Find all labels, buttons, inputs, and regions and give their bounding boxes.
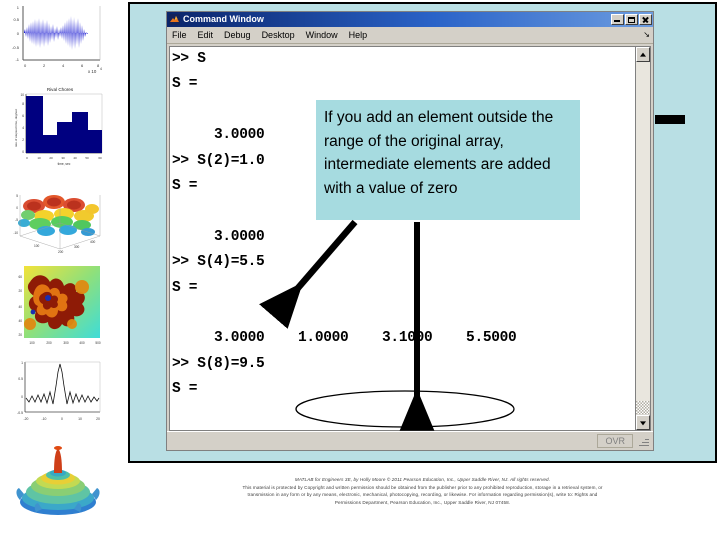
svg-text:0.5: 0.5 bbox=[18, 377, 23, 381]
sombrero-surface-plot-icon bbox=[10, 440, 106, 520]
svg-text:0.5: 0.5 bbox=[13, 17, 19, 22]
status-badge: OVR bbox=[597, 434, 633, 448]
svg-text:8: 8 bbox=[22, 102, 24, 106]
svg-text:time, sec: time, sec bbox=[58, 162, 71, 166]
thumbnail-fractal-contour-plot: 60 20 40 40 20 100 200 300 400 500 bbox=[10, 262, 106, 354]
status-bar: OVR bbox=[167, 431, 653, 450]
scroll-down-arrow-icon[interactable] bbox=[636, 415, 650, 430]
thumbnail-strip: 1 0.5 0 -0.5 -1 0 2 4 6 8 x 10 4 Rival C… bbox=[0, 0, 128, 540]
svg-text:40: 40 bbox=[73, 156, 77, 160]
maximize-button[interactable] bbox=[625, 14, 638, 25]
svg-text:10: 10 bbox=[37, 156, 41, 160]
svg-text:500: 500 bbox=[95, 341, 101, 345]
thumbnail-surface-3d-plot: 5 0 -5 -10 100 200 300 400 bbox=[10, 175, 106, 255]
svg-text:-5: -5 bbox=[15, 218, 18, 222]
svg-text:400: 400 bbox=[79, 341, 85, 345]
menu-bar[interactable]: File Edit Debug Desktop Window Help ↘ bbox=[167, 27, 653, 44]
svg-text:100: 100 bbox=[34, 244, 40, 248]
svg-text:200: 200 bbox=[46, 341, 52, 345]
svg-text:-0.5: -0.5 bbox=[12, 45, 20, 50]
bar-chart-title: Rival Chores bbox=[47, 87, 74, 92]
svg-text:400: 400 bbox=[90, 240, 96, 244]
menu-item-debug[interactable]: Debug bbox=[224, 29, 251, 41]
svg-text:2: 2 bbox=[22, 138, 24, 142]
svg-text:x 10: x 10 bbox=[88, 69, 97, 74]
audio-waveform-plot-icon: 1 0.5 0 -0.5 -1 0 2 4 6 8 x 10 4 bbox=[10, 2, 106, 74]
svg-text:20: 20 bbox=[18, 289, 22, 293]
svg-text:200: 200 bbox=[58, 250, 64, 254]
close-button[interactable] bbox=[639, 14, 652, 25]
thumbnail-sinc-line-plot: 1 0.5 0 -0.5 -20 -10 0 10 20 bbox=[10, 358, 106, 428]
svg-text:-10: -10 bbox=[42, 417, 47, 421]
thumbnail-sombrero-surface-plot bbox=[10, 440, 106, 520]
svg-text:60: 60 bbox=[18, 275, 22, 279]
copyright-line-3: transmission in any form or by any means… bbox=[247, 492, 598, 498]
svg-text:rate of elapsed time, deg/sec: rate of elapsed time, deg/sec bbox=[14, 108, 18, 147]
svg-text:0: 0 bbox=[22, 150, 24, 154]
svg-text:4: 4 bbox=[100, 67, 102, 71]
thumbnail-bar-chart-plot: Rival Chores 0 2 4 6 8 10 0 10 20 30 40 … bbox=[10, 83, 106, 169]
svg-text:40: 40 bbox=[18, 319, 22, 323]
black-bar-marker bbox=[655, 115, 685, 124]
fractal-contour-plot-icon: 60 20 40 40 20 100 200 300 400 500 bbox=[10, 262, 106, 354]
scrollbar-grip-icon bbox=[636, 401, 650, 415]
minimize-button[interactable] bbox=[611, 14, 624, 25]
svg-text:0: 0 bbox=[21, 395, 23, 399]
svg-text:1: 1 bbox=[21, 361, 23, 365]
window-title: Command Window bbox=[183, 14, 264, 24]
svg-text:20: 20 bbox=[96, 417, 100, 421]
svg-text:300: 300 bbox=[74, 245, 80, 249]
scrollbar-track[interactable] bbox=[636, 62, 650, 401]
matlab-icon bbox=[169, 14, 180, 25]
menu-item-edit[interactable]: Edit bbox=[198, 29, 214, 41]
svg-text:5: 5 bbox=[16, 194, 18, 198]
scroll-up-arrow-icon[interactable] bbox=[636, 47, 650, 62]
svg-text:0: 0 bbox=[16, 206, 18, 210]
svg-text:50: 50 bbox=[85, 156, 89, 160]
thumbnail-audio-waveform-plot: 1 0.5 0 -0.5 -1 0 2 4 6 8 x 10 4 bbox=[10, 2, 106, 74]
copyright-notice: MATLAB for Engineers 3E, by Holly Moore … bbox=[128, 476, 717, 506]
copyright-line-2: This material is protected by Copyright … bbox=[242, 484, 603, 490]
svg-text:60: 60 bbox=[98, 156, 102, 160]
svg-text:-20: -20 bbox=[24, 417, 29, 421]
copyright-line-1: MATLAB for Engineers 3E, by Holly Moore … bbox=[294, 477, 551, 482]
console-vertical-scrollbar[interactable] bbox=[635, 46, 651, 431]
callout-box: If you add an element outside the range … bbox=[316, 100, 580, 220]
svg-text:20: 20 bbox=[18, 333, 22, 337]
menu-item-help[interactable]: Help bbox=[349, 29, 368, 41]
svg-text:0: 0 bbox=[61, 417, 63, 421]
svg-text:-0.5: -0.5 bbox=[17, 411, 23, 415]
window-titlebar[interactable]: Command Window bbox=[167, 12, 653, 27]
svg-text:40: 40 bbox=[18, 305, 22, 309]
svg-text:6: 6 bbox=[22, 114, 24, 118]
svg-text:100: 100 bbox=[29, 341, 35, 345]
menu-item-desktop[interactable]: Desktop bbox=[262, 29, 295, 41]
svg-text:30: 30 bbox=[61, 156, 65, 160]
svg-text:4: 4 bbox=[22, 126, 24, 130]
menu-overflow-icon[interactable]: ↘ bbox=[643, 31, 650, 39]
sinc-line-plot-icon: 1 0.5 0 -0.5 -20 -10 0 10 20 bbox=[10, 358, 106, 428]
menu-item-file[interactable]: File bbox=[172, 29, 187, 41]
bar-chart-plot-icon: Rival Chores 0 2 4 6 8 10 0 10 20 30 40 … bbox=[10, 83, 106, 169]
menu-item-window[interactable]: Window bbox=[306, 29, 338, 41]
resize-grip-icon[interactable] bbox=[637, 435, 649, 447]
copyright-line-4: Permissions Department, Pearson Educatio… bbox=[334, 499, 511, 505]
svg-text:10: 10 bbox=[20, 93, 24, 97]
svg-text:300: 300 bbox=[63, 341, 69, 345]
svg-text:-10: -10 bbox=[13, 231, 18, 235]
svg-text:10: 10 bbox=[78, 417, 82, 421]
surface-3d-plot-icon: 5 0 -5 -10 100 200 300 400 bbox=[10, 175, 106, 255]
svg-text:20: 20 bbox=[49, 156, 53, 160]
matlab-command-window[interactable]: Command Window File Edit Debug Desktop W… bbox=[166, 11, 654, 451]
